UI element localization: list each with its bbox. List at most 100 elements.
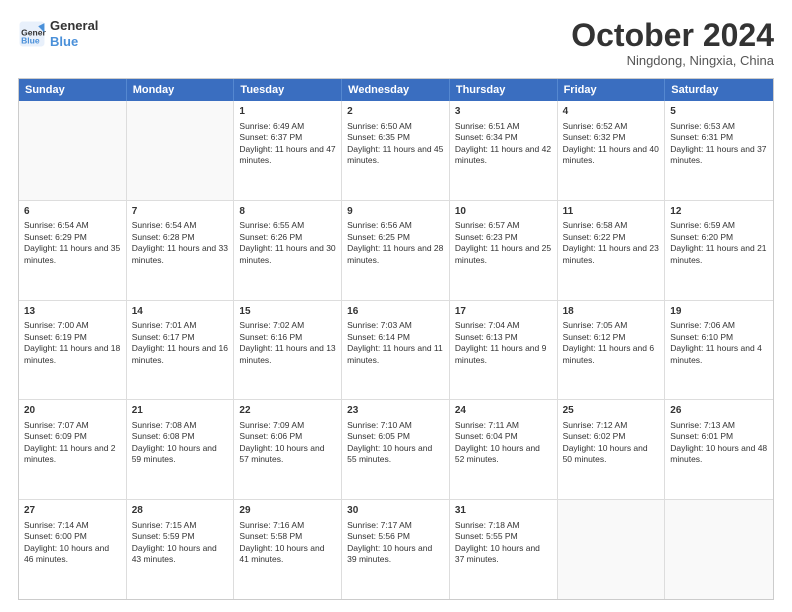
logo-icon: General Blue [18,20,46,48]
day-number: 14 [132,305,229,319]
day-number: 13 [24,305,121,319]
day-number: 20 [24,404,121,418]
day-number: 7 [132,205,229,219]
calendar-cell: 4Sunrise: 6:52 AMSunset: 6:32 PMDaylight… [558,101,666,200]
day-info: Sunrise: 6:54 AMSunset: 6:28 PMDaylight:… [132,220,229,266]
calendar-cell: 14Sunrise: 7:01 AMSunset: 6:17 PMDayligh… [127,301,235,400]
week-row-3: 13Sunrise: 7:00 AMSunset: 6:19 PMDayligh… [19,300,773,400]
day-info: Sunrise: 6:50 AMSunset: 6:35 PMDaylight:… [347,121,444,167]
header-tuesday: Tuesday [234,79,342,101]
day-number: 11 [563,205,660,219]
calendar-cell: 23Sunrise: 7:10 AMSunset: 6:05 PMDayligh… [342,400,450,499]
calendar-body: 1 Sunrise: 6:49 AMSunset: 6:37 PMDaylight… [19,101,773,599]
calendar: Sunday Monday Tuesday Wednesday Thursday… [18,78,774,600]
header-friday: Friday [558,79,666,101]
day-number: 8 [239,205,336,219]
logo-text: General Blue [50,18,98,49]
day-info: Sunrise: 7:15 AMSunset: 5:59 PMDaylight:… [132,520,229,566]
day-info: Sunrise: 7:07 AMSunset: 6:09 PMDaylight:… [24,420,121,466]
day-number: 19 [670,305,768,319]
day-info: Sunrise: 7:18 AMSunset: 5:55 PMDaylight:… [455,520,552,566]
day-number: 26 [670,404,768,418]
day-info: Sunrise: 7:13 AMSunset: 6:01 PMDaylight:… [670,420,768,466]
day-number: 18 [563,305,660,319]
header-thursday: Thursday [450,79,558,101]
calendar-cell: 15Sunrise: 7:02 AMSunset: 6:16 PMDayligh… [234,301,342,400]
calendar-cell: 20 Sunrise: 7:07 AMSunset: 6:09 PMDayligh… [19,400,127,499]
day-info: Sunrise: 7:05 AMSunset: 6:12 PMDaylight:… [563,320,660,366]
day-number: 4 [563,105,660,119]
day-number: 27 [24,504,121,518]
day-number: 2 [347,105,444,119]
week-row-5: 27 Sunrise: 7:14 AMSunset: 6:00 PMDayligh… [19,499,773,599]
header-sunday: Sunday [19,79,127,101]
calendar-cell: 10Sunrise: 6:57 AMSunset: 6:23 PMDayligh… [450,201,558,300]
logo-line2: Blue [50,34,98,50]
calendar-cell: 3Sunrise: 6:51 AMSunset: 6:34 PMDaylight… [450,101,558,200]
day-info: Sunrise: 7:17 AMSunset: 5:56 PMDaylight:… [347,520,444,566]
calendar-cell: 17Sunrise: 7:04 AMSunset: 6:13 PMDayligh… [450,301,558,400]
day-info: Sunrise: 7:02 AMSunset: 6:16 PMDaylight:… [239,320,336,366]
week-row-2: 6Sunrise: 6:54 AMSunset: 6:29 PMDaylight… [19,200,773,300]
day-info: Sunrise: 7:03 AMSunset: 6:14 PMDaylight:… [347,320,444,366]
day-info: Sunrise: 6:51 AMSunset: 6:34 PMDaylight:… [455,121,552,167]
week-row-1: 1 Sunrise: 6:49 AMSunset: 6:37 PMDaylight… [19,101,773,200]
header-wednesday: Wednesday [342,79,450,101]
svg-text:Blue: Blue [21,35,40,45]
day-number: 10 [455,205,552,219]
week-row-4: 20 Sunrise: 7:07 AMSunset: 6:09 PMDayligh… [19,399,773,499]
calendar-cell: 29Sunrise: 7:16 AMSunset: 5:58 PMDayligh… [234,500,342,599]
day-number: 24 [455,404,552,418]
calendar-cell: 6Sunrise: 6:54 AMSunset: 6:29 PMDaylight… [19,201,127,300]
calendar-cell: 24 Sunrise: 7:11 AMSunset: 6:04 PMDayligh… [450,400,558,499]
calendar-cell: 16Sunrise: 7:03 AMSunset: 6:14 PMDayligh… [342,301,450,400]
day-number: 28 [132,504,229,518]
day-info: Sunrise: 7:04 AMSunset: 6:13 PMDaylight:… [455,320,552,366]
day-number: 16 [347,305,444,319]
calendar-cell [558,500,666,599]
calendar-cell: 22Sunrise: 7:09 AMSunset: 6:06 PMDayligh… [234,400,342,499]
calendar-cell: 1 Sunrise: 6:49 AMSunset: 6:37 PMDaylight… [234,101,342,200]
calendar-cell: 25Sunrise: 7:12 AMSunset: 6:02 PMDayligh… [558,400,666,499]
day-number: 6 [24,205,121,219]
day-number: 21 [132,404,229,418]
day-number: 5 [670,105,768,119]
day-info: Sunrise: 7:10 AMSunset: 6:05 PMDaylight:… [347,420,444,466]
day-info: Sunrise: 7:01 AMSunset: 6:17 PMDaylight:… [132,320,229,366]
day-number: 30 [347,504,444,518]
header-saturday: Saturday [665,79,773,101]
calendar-cell: 12Sunrise: 6:59 AMSunset: 6:20 PMDayligh… [665,201,773,300]
day-info: Sunrise: 7:11 AMSunset: 6:04 PMDaylight:… [455,420,552,466]
day-info: Sunrise: 7:09 AMSunset: 6:06 PMDaylight:… [239,420,336,466]
day-info: Sunrise: 7:14 AMSunset: 6:00 PMDaylight:… [24,520,121,566]
day-info: Sunrise: 6:56 AMSunset: 6:25 PMDaylight:… [347,220,444,266]
day-number: 12 [670,205,768,219]
calendar-header: Sunday Monday Tuesday Wednesday Thursday… [19,79,773,101]
day-info: Sunrise: 6:58 AMSunset: 6:22 PMDaylight:… [563,220,660,266]
calendar-cell: 9Sunrise: 6:56 AMSunset: 6:25 PMDaylight… [342,201,450,300]
location: Ningdong, Ningxia, China [571,53,774,68]
day-number: 17 [455,305,552,319]
day-info: Sunrise: 6:53 AMSunset: 6:31 PMDaylight:… [670,121,768,167]
logo: General Blue General Blue [18,18,98,49]
day-number: 1 [239,105,336,119]
calendar-cell: 27 Sunrise: 7:14 AMSunset: 6:00 PMDayligh… [19,500,127,599]
day-info: Sunrise: 6:54 AMSunset: 6:29 PMDaylight:… [24,220,121,266]
day-number: 15 [239,305,336,319]
header-monday: Monday [127,79,235,101]
month-title: October 2024 [571,18,774,53]
calendar-cell: 7Sunrise: 6:54 AMSunset: 6:28 PMDaylight… [127,201,235,300]
calendar-cell: 31Sunrise: 7:18 AMSunset: 5:55 PMDayligh… [450,500,558,599]
day-info: Sunrise: 6:49 AMSunset: 6:37 PMDaylight:… [239,121,336,167]
calendar-cell: 2 Sunrise: 6:50 AMSunset: 6:35 PMDaylight… [342,101,450,200]
day-info: Sunrise: 6:55 AMSunset: 6:26 PMDaylight:… [239,220,336,266]
calendar-cell [127,101,235,200]
day-number: 9 [347,205,444,219]
page: General Blue General Blue October 2024 N… [0,0,792,612]
header: General Blue General Blue October 2024 N… [18,18,774,68]
calendar-cell: 28 Sunrise: 7:15 AMSunset: 5:59 PMDayligh… [127,500,235,599]
day-number: 25 [563,404,660,418]
day-info: Sunrise: 7:00 AMSunset: 6:19 PMDaylight:… [24,320,121,366]
calendar-cell [19,101,127,200]
calendar-cell [665,500,773,599]
